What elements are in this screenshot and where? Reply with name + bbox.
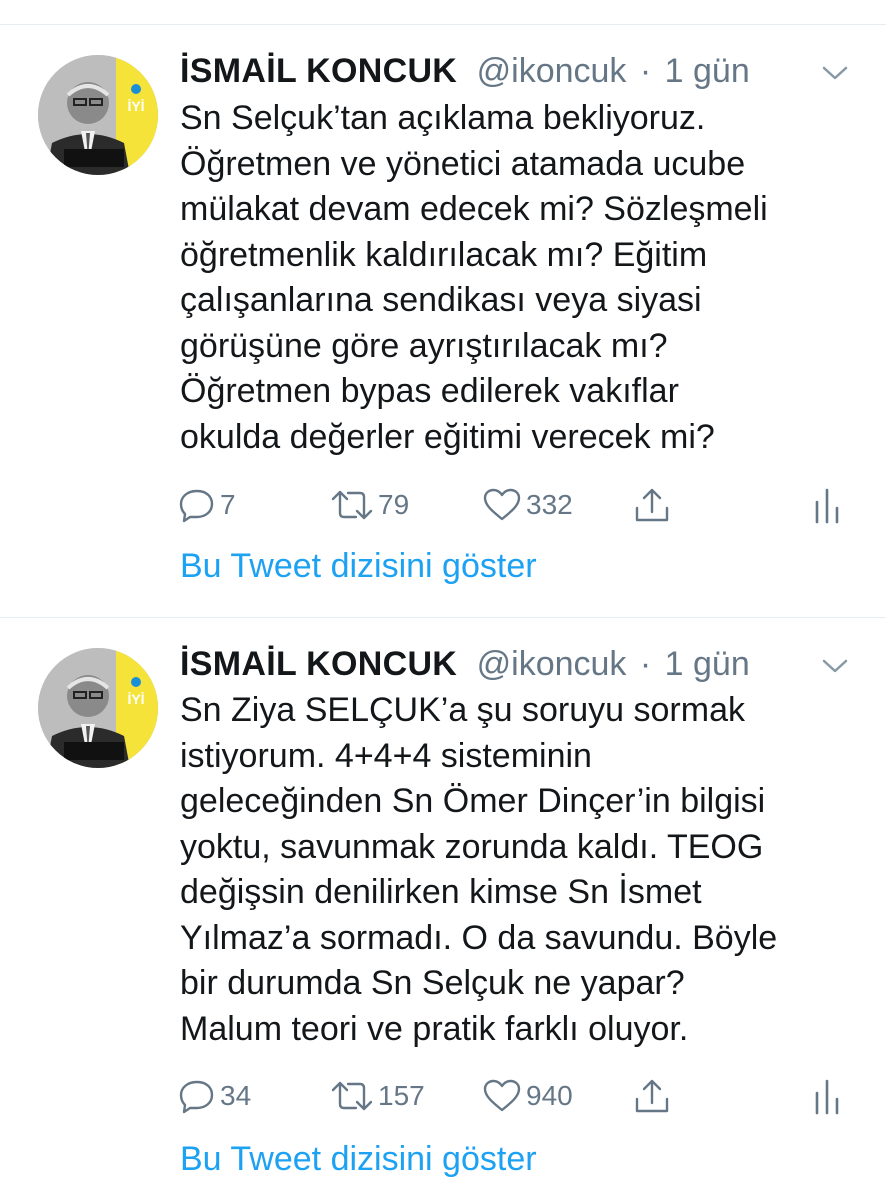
- timestamp[interactable]: 1 gün: [665, 645, 750, 683]
- chevron-down-icon[interactable]: [820, 63, 850, 83]
- like-count: 940: [526, 1080, 573, 1111]
- tweet-line: çalışanlarına sendikası veya siyasi: [180, 281, 702, 319]
- tweet[interactable]: İYİ İSMAİL KONCUK @ikoncuk · 1 gün Sn Se…: [0, 25, 886, 618]
- avatar[interactable]: İYİ: [38, 55, 158, 175]
- avatar-badge: İYİ: [127, 691, 144, 707]
- tweet-header: İSMAİL KONCUK @ikoncuk · 1 gün: [180, 51, 750, 91]
- retweet-icon: [331, 490, 373, 520]
- tweet[interactable]: İYİ İSMAİL KONCUK @ikoncuk · 1 gün Sn Zi…: [0, 618, 886, 1200]
- tweet-line: okulda değerler eğitimi verecek mi?: [180, 417, 715, 456]
- show-thread-link[interactable]: Bu Tweet dizisini göster: [180, 547, 537, 586]
- share-icon: [635, 1079, 669, 1113]
- tweet-header: İSMAİL KONCUK @ikoncuk · 1 gün: [180, 644, 750, 684]
- tweet-line: Öğretmen bypas edilerek vakıflar: [180, 372, 679, 410]
- tweet-actions: 34 157 940: [178, 1076, 858, 1116]
- avatar-badge: İYİ: [127, 98, 144, 114]
- tweet-line: görüşüne göre ayrıştırılacak mı?: [180, 326, 668, 365]
- tweet-line: bir durumda Sn Selçuk ne yapar?: [180, 964, 685, 1002]
- share-button[interactable]: [632, 485, 672, 525]
- reply-count: 7: [220, 489, 236, 520]
- analytics-button[interactable]: [812, 485, 842, 525]
- tweet-line: mülakat devam edecek mi? Sözleşmeli: [180, 190, 768, 228]
- tweet-line: yoktu, savunmak zorunda kaldı. TEOG: [180, 827, 764, 866]
- reply-icon: [179, 1080, 214, 1114]
- analytics-icon: [815, 488, 839, 524]
- retweet-count: 79: [378, 489, 410, 520]
- tweet-actions: 7 79 332: [178, 485, 858, 525]
- separator-dot: ·: [639, 52, 652, 90]
- tweet-line: değişsin denilirken kimse Sn İsmet: [180, 873, 702, 911]
- retweet-button[interactable]: 157: [330, 1076, 425, 1116]
- separator-dot: ·: [639, 645, 652, 683]
- author-name[interactable]: İSMAİL KONCUK: [180, 52, 457, 90]
- tweet-line: öğretmenlik kaldırılacak mı? Eğitim: [180, 235, 708, 274]
- tweet-line: Malum teori ve pratik farklı oluyor.: [180, 1009, 689, 1048]
- tweet-line: Öğretmen ve yönetici atamada ucube: [180, 144, 746, 183]
- share-button[interactable]: [632, 1076, 672, 1116]
- author-handle[interactable]: @ikoncuk: [477, 52, 627, 90]
- tweet-line: Sn Selçuk’tan açıklama bekliyoruz.: [180, 99, 706, 137]
- reply-button[interactable]: 7: [178, 485, 236, 525]
- retweet-button[interactable]: 79: [330, 485, 409, 525]
- chevron-down-icon[interactable]: [820, 656, 850, 676]
- retweet-count: 157: [378, 1080, 425, 1111]
- tweet-line: geleceğinden Sn Ömer Dinçer’in bilgisi: [180, 782, 766, 820]
- reply-icon: [179, 489, 214, 523]
- retweet-icon: [331, 1081, 373, 1111]
- heart-icon: [483, 1079, 521, 1112]
- avatar[interactable]: İYİ: [38, 648, 158, 768]
- timestamp[interactable]: 1 gün: [665, 52, 750, 90]
- tweet-text: Sn Selçuk’tan açıklama bekliyoruz. Öğret…: [180, 96, 860, 460]
- tweet-line: Yılmaz’a sormadı. O da savundu. Böyle: [180, 918, 778, 957]
- reply-button[interactable]: 34: [178, 1076, 251, 1116]
- tweet-line: istiyorum. 4+4+4 sisteminin: [180, 736, 592, 775]
- show-thread-link[interactable]: Bu Tweet dizisini göster: [180, 1140, 537, 1179]
- author-handle[interactable]: @ikoncuk: [477, 645, 627, 683]
- tweet-text: Sn Ziya SELÇUK’a şu soruyu sormak istiyo…: [180, 688, 860, 1052]
- author-name[interactable]: İSMAİL KONCUK: [180, 645, 457, 683]
- heart-icon: [483, 488, 521, 521]
- tweet-line: Sn Ziya SELÇUK’a şu soruyu sormak: [180, 691, 745, 729]
- like-button[interactable]: 940: [482, 1076, 573, 1116]
- like-count: 332: [526, 489, 573, 520]
- reply-count: 34: [220, 1080, 252, 1111]
- like-button[interactable]: 332: [482, 485, 573, 525]
- analytics-button[interactable]: [812, 1076, 842, 1116]
- share-icon: [635, 488, 669, 522]
- analytics-icon: [815, 1079, 839, 1115]
